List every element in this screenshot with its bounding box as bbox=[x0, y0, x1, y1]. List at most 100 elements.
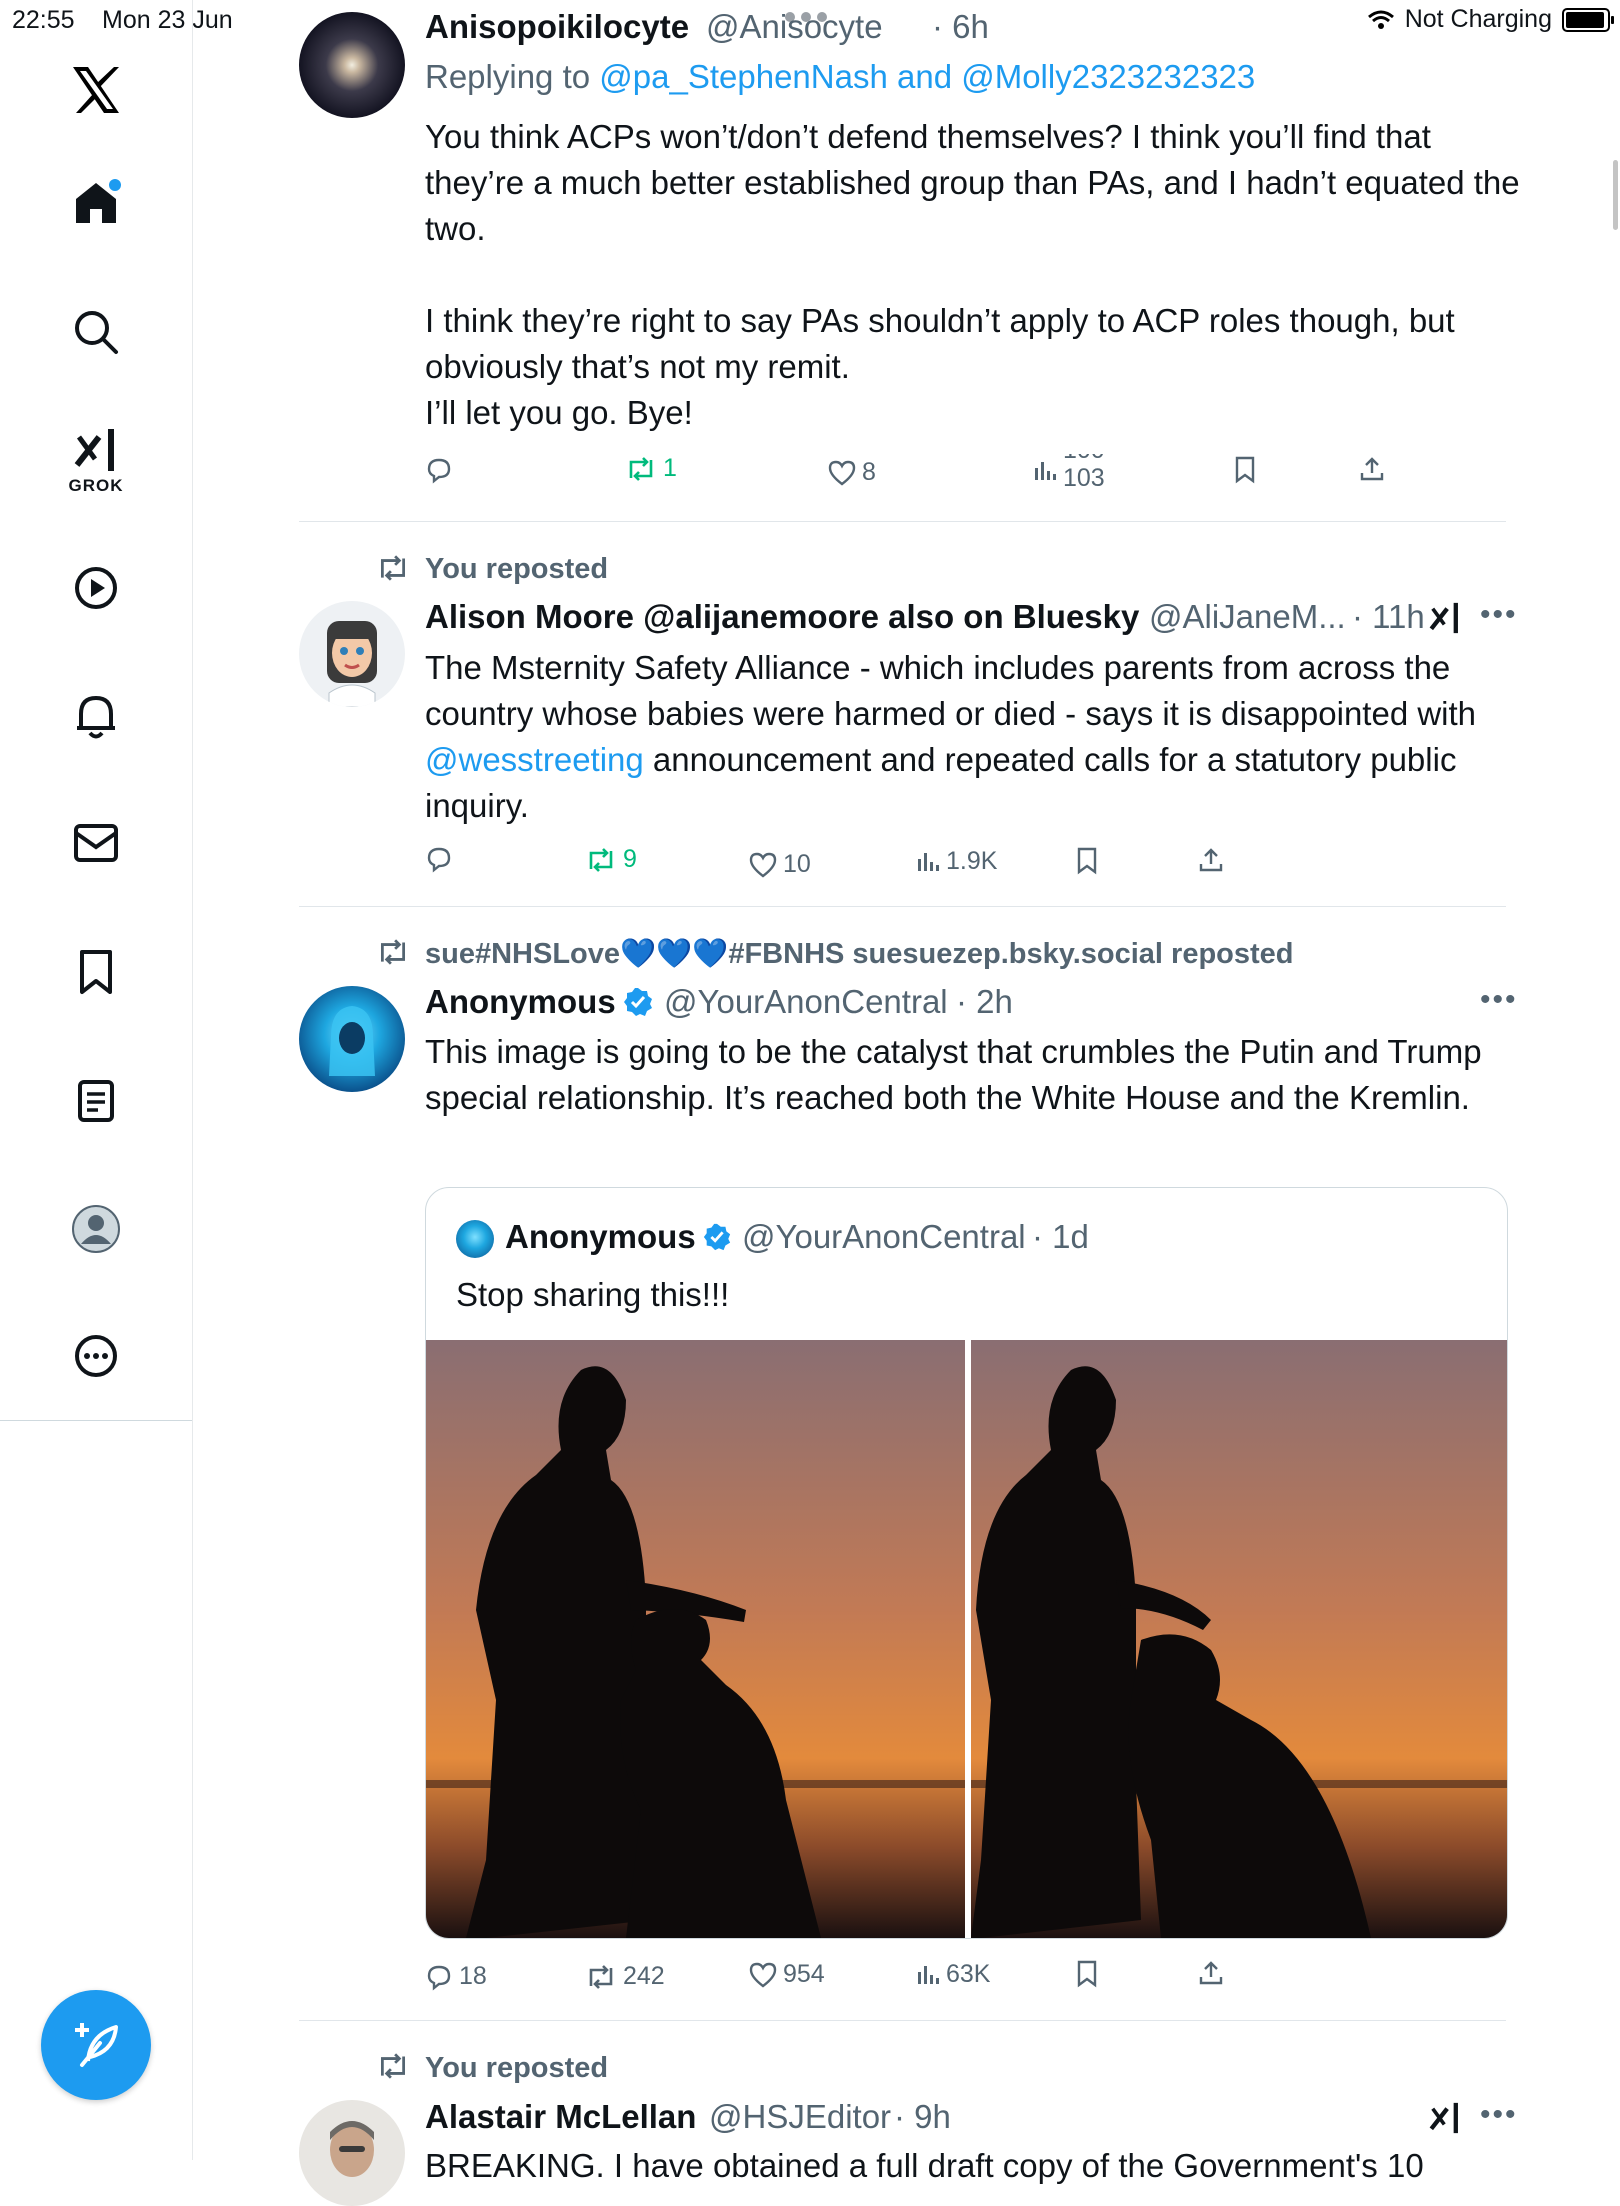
tweet-paragraph: I think they’re right to say PAs shouldn… bbox=[425, 302, 1455, 385]
tweet-photo[interactable] bbox=[971, 1340, 1507, 1938]
quoted-tweet-text: Stop sharing this!!! bbox=[456, 1276, 730, 1313]
tweet-paragraph: I’ll let you go. Bye! bbox=[425, 394, 693, 431]
like-button[interactable]: 8 bbox=[828, 458, 876, 487]
compose-button[interactable] bbox=[41, 1990, 151, 2100]
like-count: 10 bbox=[783, 850, 811, 878]
repost-icon bbox=[380, 2053, 406, 2079]
avatar[interactable] bbox=[299, 2100, 405, 2206]
share-button[interactable] bbox=[1198, 847, 1224, 873]
mention-link[interactable]: @wesstreeting bbox=[425, 741, 644, 778]
scrollbar[interactable] bbox=[1613, 160, 1618, 230]
quoted-tweet-time[interactable]: · 1d bbox=[1032, 1218, 1089, 1256]
bookmark-button[interactable] bbox=[1076, 847, 1098, 875]
author-name[interactable]: Anonymous bbox=[425, 983, 616, 1021]
like-count: 8 bbox=[862, 458, 876, 486]
blue-heart-icon: 💙💙💙 bbox=[620, 938, 729, 970]
search-icon[interactable] bbox=[56, 292, 136, 372]
sidebar: GROK bbox=[0, 0, 193, 2160]
author-name[interactable]: Alison Moore @alijanemoore also on Blues… bbox=[425, 598, 1139, 636]
repost-icon bbox=[380, 939, 406, 965]
bookmark-icon bbox=[1235, 456, 1255, 484]
reply-button[interactable]: 18 bbox=[425, 1962, 487, 1991]
views-button[interactable]: 1.9K bbox=[916, 847, 997, 876]
verified-badge-icon bbox=[624, 988, 652, 1016]
tweet-photo[interactable] bbox=[426, 1340, 965, 1938]
views-count: 103 bbox=[1063, 464, 1105, 488]
author-handle[interactable]: @Anisocyte bbox=[706, 8, 883, 46]
author-handle[interactable]: @YourAnonCentral bbox=[664, 983, 948, 1021]
reply-count: 18 bbox=[459, 1962, 487, 1990]
more-icon[interactable] bbox=[56, 1316, 136, 1396]
share-icon bbox=[1360, 457, 1384, 481]
avatar[interactable] bbox=[299, 601, 405, 707]
verified-badge-icon bbox=[703, 1223, 731, 1251]
repost-label-part: #FBNHS suesuezep.bsky.social reposted bbox=[728, 938, 1294, 970]
repost-button[interactable]: 1 bbox=[625, 454, 677, 483]
compose-icon bbox=[75, 2023, 118, 2067]
reply-mentions[interactable]: @pa_StephenNash and @Molly2323232323 bbox=[599, 58, 1255, 95]
more-options-icon[interactable]: ••• bbox=[1480, 2098, 1518, 2132]
tweet-time[interactable]: · 9h bbox=[894, 2098, 951, 2136]
grok-icon[interactable] bbox=[1427, 2100, 1463, 2136]
quoted-author-handle[interactable]: @YourAnonCentral bbox=[742, 1218, 1026, 1256]
tweet-text: This image is going to be the catalyst t… bbox=[425, 1033, 1482, 1116]
repost-icon bbox=[589, 847, 613, 872]
list-icon[interactable] bbox=[56, 1061, 136, 1141]
views-button[interactable]: 100 103 bbox=[1033, 454, 1107, 488]
tweet-text: BREAKING. I have obtained a full draft c… bbox=[425, 2147, 1424, 2184]
quoted-tweet[interactable]: Anonymous @YourAnonCentral · 1d Stop sha… bbox=[425, 1187, 1508, 1939]
share-button[interactable] bbox=[1198, 1960, 1224, 1986]
bookmark-icon bbox=[1077, 847, 1097, 875]
views-button[interactable]: 63K bbox=[916, 1960, 990, 1989]
avatar[interactable] bbox=[299, 12, 405, 118]
bookmark-icon[interactable] bbox=[56, 932, 136, 1012]
author-handle[interactable]: @HSJEditor bbox=[709, 2098, 891, 2136]
like-button[interactable]: 954 bbox=[749, 1960, 825, 1989]
reply-icon bbox=[427, 1965, 451, 1990]
tweet-text: You think ACPs won’t/don’t defend themse… bbox=[425, 114, 1525, 436]
grok-icon[interactable] bbox=[1427, 600, 1463, 636]
reply-button[interactable] bbox=[425, 456, 453, 484]
like-count: 954 bbox=[783, 1960, 825, 1988]
play-icon[interactable] bbox=[56, 548, 136, 628]
reply-button[interactable] bbox=[425, 845, 453, 873]
tweet-time[interactable]: · 11h bbox=[1352, 598, 1425, 636]
share-icon bbox=[1199, 1961, 1223, 1985]
bell-icon[interactable] bbox=[56, 676, 136, 756]
like-button[interactable]: 10 bbox=[749, 850, 811, 879]
timeline: Anisopoikilocyte @Anisocyte · 6h Replyin… bbox=[192, 0, 1620, 2206]
repost-label[interactable]: You reposted bbox=[425, 553, 608, 586]
quoted-avatar[interactable] bbox=[456, 1220, 494, 1258]
reply-prefix: Replying to bbox=[425, 58, 591, 95]
author-name[interactable]: Anisopoikilocyte bbox=[425, 8, 689, 46]
repost-label[interactable]: sue#NHSLove💙💙💙#FBNHS suesuezep.bsky.soci… bbox=[425, 937, 1294, 971]
share-button[interactable] bbox=[1359, 456, 1385, 482]
repost-count: 242 bbox=[623, 1962, 665, 1990]
tweet-time[interactable]: · 2h bbox=[956, 983, 1013, 1021]
bookmark-button[interactable] bbox=[1076, 1960, 1098, 1988]
views-count: 1.9K bbox=[946, 847, 998, 875]
heart-icon bbox=[828, 460, 856, 486]
bookmark-button[interactable] bbox=[1234, 456, 1256, 484]
more-options-icon[interactable]: ••• bbox=[1480, 598, 1518, 632]
analytics-icon bbox=[918, 1965, 939, 1984]
tweet-text: The Msternity Safety Alliance - which in… bbox=[425, 645, 1525, 829]
author-name[interactable]: Alastair McLellan bbox=[425, 2098, 696, 2136]
x-logo-icon[interactable] bbox=[56, 50, 136, 130]
repost-label[interactable]: You reposted bbox=[425, 2052, 608, 2085]
mail-icon[interactable] bbox=[56, 803, 136, 883]
sidebar-divider bbox=[0, 1420, 192, 1421]
analytics-icon bbox=[1035, 462, 1056, 480]
more-options-icon[interactable]: ••• bbox=[1480, 983, 1518, 1017]
views-counter: 100 103 bbox=[1063, 454, 1107, 488]
author-handle[interactable]: @AliJaneM... bbox=[1149, 598, 1346, 636]
tweet-time[interactable]: · 6h bbox=[932, 8, 989, 46]
repost-button[interactable]: 242 bbox=[585, 1962, 665, 1991]
home-icon[interactable] bbox=[56, 162, 136, 242]
avatar[interactable] bbox=[299, 986, 405, 1092]
repost-button[interactable]: 9 bbox=[585, 845, 637, 874]
tweet-text-part: The Msternity Safety Alliance - which in… bbox=[425, 649, 1477, 732]
views-count: 63K bbox=[946, 1960, 991, 1988]
profile-icon[interactable] bbox=[56, 1189, 136, 1269]
quoted-author-name[interactable]: Anonymous bbox=[505, 1218, 696, 1256]
